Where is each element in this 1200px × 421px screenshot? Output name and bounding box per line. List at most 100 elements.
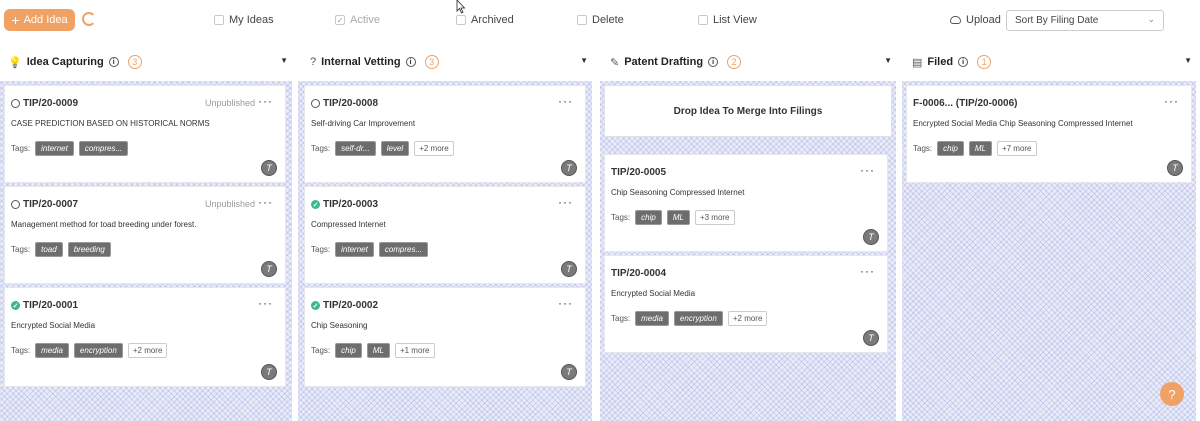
card-title: Encrypted Social Media Chip Seasoning Co… bbox=[913, 119, 1133, 128]
tag[interactable]: breeding bbox=[67, 242, 111, 257]
card-id: ✓ TIP/20-0001 bbox=[11, 300, 78, 311]
more-options-icon[interactable]: ··· bbox=[860, 163, 875, 177]
avatar[interactable]: T bbox=[863, 330, 879, 346]
column-title: Idea Capturing bbox=[26, 56, 104, 68]
more-tags-link[interactable]: +2 more bbox=[127, 343, 168, 358]
card-tags: Tags: media encryption +2 more bbox=[11, 343, 168, 358]
more-tags-link[interactable]: +2 more bbox=[414, 141, 454, 156]
card-id-text: TIP/20-0007 bbox=[23, 199, 79, 210]
idea-card[interactable]: TIP/20-0005 ··· Chip Seasoning Compresse… bbox=[604, 154, 888, 252]
folder-icon: ▤ bbox=[912, 56, 923, 69]
more-options-icon[interactable]: ··· bbox=[258, 94, 273, 108]
tag[interactable]: compres... bbox=[78, 141, 129, 156]
info-icon[interactable]: i bbox=[405, 57, 416, 67]
tag[interactable]: self-dr... bbox=[335, 141, 376, 156]
checkbox-icon[interactable] bbox=[214, 15, 224, 25]
more-options-icon[interactable]: ··· bbox=[860, 264, 875, 278]
more-tags-link[interactable]: +3 more bbox=[694, 210, 735, 225]
filter-delete[interactable]: Delete bbox=[577, 14, 624, 26]
tag[interactable]: ML bbox=[666, 210, 690, 225]
upload-label: Upload bbox=[966, 14, 1001, 26]
more-tags-link[interactable]: +1 more bbox=[394, 343, 435, 358]
column-lane: F-0006... (TIP/20-0006) ··· Encrypted So… bbox=[902, 81, 1196, 421]
column-idea-capturing: 💡 Idea Capturing i 3 ▼ TIP/20-0009 Unpub… bbox=[0, 44, 292, 421]
idea-card[interactable]: TIP/20-0008 ··· Self-driving Car Improve… bbox=[304, 85, 586, 183]
card-id: TIP/20-0007 bbox=[11, 199, 78, 210]
card-title: Management method for toad breeding unde… bbox=[11, 220, 197, 229]
filter-label: Active bbox=[350, 14, 380, 26]
more-options-icon[interactable]: ··· bbox=[258, 195, 273, 209]
checkbox-icon[interactable] bbox=[577, 15, 587, 25]
filter-list-view[interactable]: List View bbox=[698, 14, 757, 26]
avatar[interactable]: T bbox=[863, 229, 879, 245]
idea-card[interactable]: TIP/20-0007 Unpublished ··· Management m… bbox=[4, 186, 286, 284]
add-idea-button[interactable]: + Add Idea bbox=[4, 9, 75, 31]
more-options-icon[interactable]: ··· bbox=[1164, 94, 1179, 108]
toolbar: + Add Idea My Ideas ✓ Active Archived De… bbox=[0, 0, 1200, 42]
idea-card[interactable]: ✓ TIP/20-0002 ··· Chip Seasoning Tags: ch… bbox=[304, 287, 586, 387]
tag[interactable]: media bbox=[35, 343, 69, 358]
avatar[interactable]: T bbox=[1167, 160, 1183, 176]
caret-down-icon[interactable]: ▼ bbox=[884, 56, 892, 65]
checkbox-checked-icon[interactable]: ✓ bbox=[335, 15, 345, 25]
info-icon[interactable]: i bbox=[108, 57, 119, 67]
avatar[interactable]: T bbox=[261, 261, 277, 277]
tag[interactable]: internet bbox=[335, 242, 374, 257]
avatar[interactable]: T bbox=[261, 364, 277, 380]
info-icon[interactable]: i bbox=[708, 57, 719, 67]
tag[interactable]: ML bbox=[968, 141, 992, 156]
idea-card[interactable]: TIP/20-0009 Unpublished ··· CASE PREDICT… bbox=[4, 85, 286, 183]
idea-card[interactable]: F-0006... (TIP/20-0006) ··· Encrypted So… bbox=[906, 85, 1192, 183]
caret-down-icon[interactable]: ▼ bbox=[580, 56, 588, 65]
card-tags: Tags: internet compres... bbox=[11, 141, 129, 156]
more-options-icon[interactable]: ··· bbox=[558, 94, 573, 108]
card-id-text: TIP/20-0004 bbox=[611, 268, 667, 279]
column-patent-drafting: ✎ Patent Drafting i 2 ▼ Drop Idea To Mer… bbox=[600, 44, 896, 421]
tag[interactable]: compres... bbox=[378, 242, 429, 257]
tag[interactable]: chip bbox=[335, 343, 362, 358]
tag[interactable]: encryption bbox=[673, 311, 723, 326]
filter-active[interactable]: ✓ Active bbox=[335, 14, 380, 26]
filter-archived[interactable]: Archived bbox=[456, 14, 514, 26]
tag[interactable]: media bbox=[635, 311, 669, 326]
tags-label: Tags: bbox=[11, 245, 31, 254]
caret-down-icon[interactable]: ▼ bbox=[280, 56, 288, 65]
help-button[interactable]: ? bbox=[1160, 382, 1184, 406]
upload-button[interactable]: Upload bbox=[950, 14, 1001, 26]
checkbox-icon[interactable] bbox=[456, 15, 466, 25]
checkbox-icon[interactable] bbox=[698, 15, 708, 25]
tag[interactable]: internet bbox=[35, 141, 74, 156]
more-tags-link[interactable]: +7 more bbox=[996, 141, 1037, 156]
tags-label: Tags: bbox=[311, 144, 331, 153]
more-tags-link[interactable]: +2 more bbox=[727, 311, 768, 326]
card-id: TIP/20-0004 bbox=[611, 268, 666, 279]
more-options-icon[interactable]: ··· bbox=[258, 296, 273, 310]
tags-label: Tags: bbox=[11, 346, 31, 355]
sort-select[interactable]: Sort By Filing Date ⌄ bbox=[1006, 10, 1164, 31]
merge-dropzone[interactable]: Drop Idea To Merge Into Filings bbox=[604, 85, 892, 137]
tag[interactable]: toad bbox=[35, 242, 63, 257]
chevron-down-icon: ⌄ bbox=[1147, 14, 1155, 24]
idea-card[interactable]: ✓ TIP/20-0001 ··· Encrypted Social Media … bbox=[4, 287, 286, 387]
avatar[interactable]: T bbox=[261, 160, 277, 176]
info-icon[interactable]: i bbox=[958, 57, 969, 67]
column-count-badge: 2 bbox=[727, 55, 742, 69]
filter-my-ideas[interactable]: My Ideas bbox=[214, 14, 274, 26]
avatar[interactable]: T bbox=[561, 160, 577, 176]
more-options-icon[interactable]: ··· bbox=[558, 296, 573, 310]
column-title: Filed bbox=[927, 56, 954, 68]
tag[interactable]: chip bbox=[937, 141, 964, 156]
tag[interactable]: ML bbox=[366, 343, 390, 358]
card-title: Chip Seasoning bbox=[311, 321, 368, 330]
refresh-icon[interactable] bbox=[82, 12, 96, 26]
tag[interactable]: chip bbox=[635, 210, 662, 225]
idea-card[interactable]: TIP/20-0004 ··· Encrypted Social Media T… bbox=[604, 255, 888, 353]
avatar[interactable]: T bbox=[561, 261, 577, 277]
avatar[interactable]: T bbox=[561, 364, 577, 380]
tag[interactable]: encryption bbox=[73, 343, 123, 358]
tag[interactable]: level bbox=[380, 141, 410, 156]
card-tags: Tags: internet compres... bbox=[311, 242, 429, 257]
caret-down-icon[interactable]: ▼ bbox=[1184, 56, 1192, 65]
more-options-icon[interactable]: ··· bbox=[558, 195, 573, 209]
idea-card[interactable]: ✓ TIP/20-0003 ··· Compressed Internet Tag… bbox=[304, 186, 586, 284]
